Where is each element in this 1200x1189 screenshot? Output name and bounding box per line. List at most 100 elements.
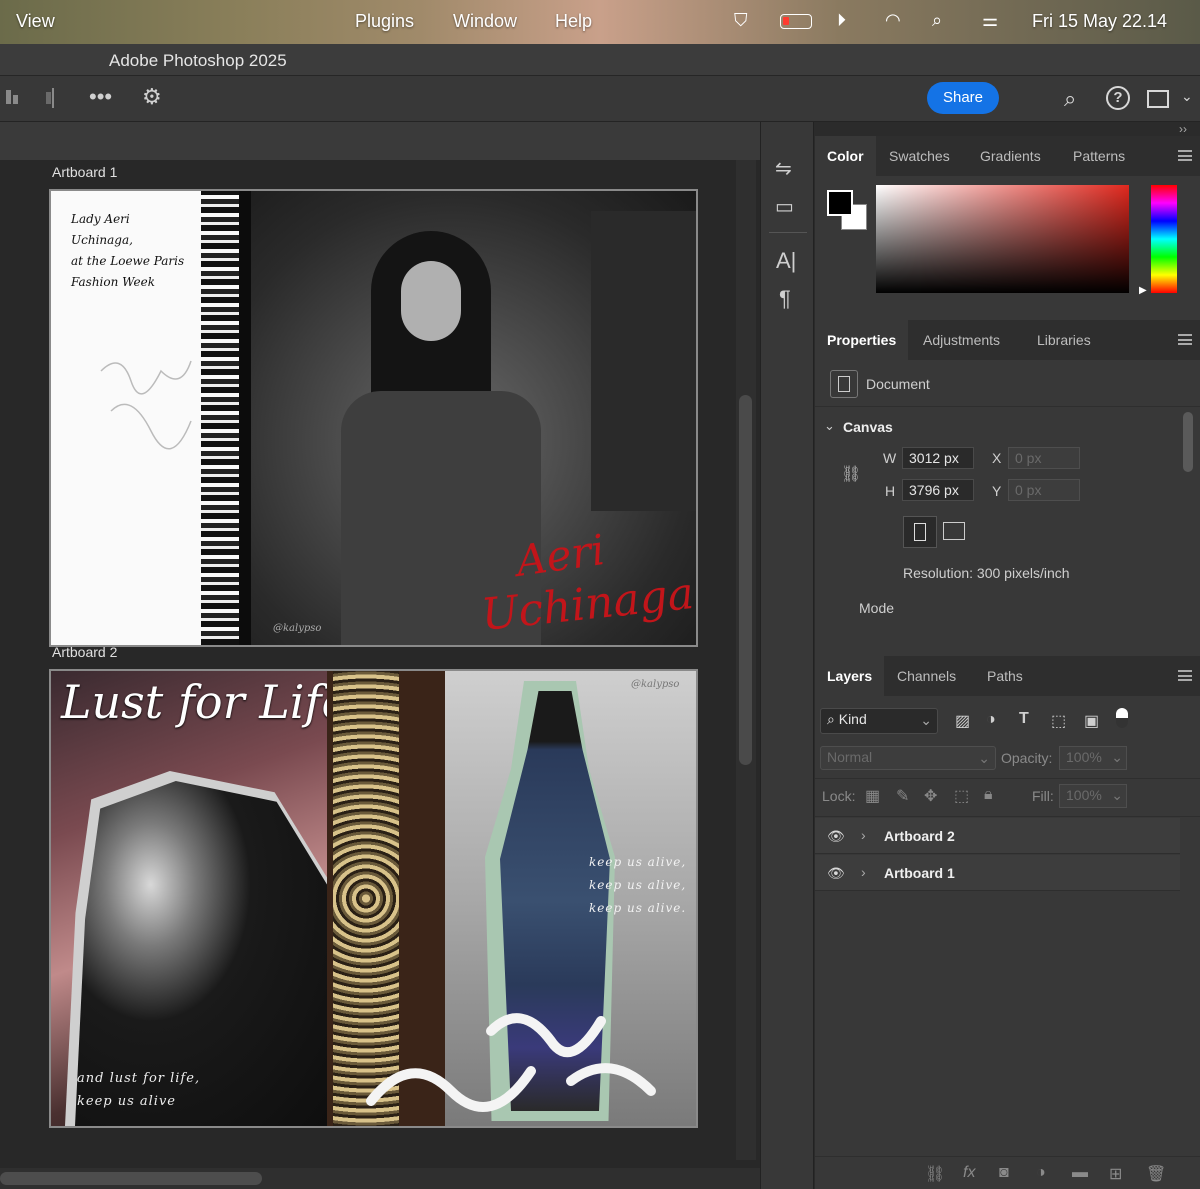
collapse-right-icon[interactable]: ››: [1179, 122, 1187, 136]
gear-icon[interactable]: ⚙: [142, 84, 162, 110]
workspace-icon[interactable]: [1147, 90, 1169, 108]
artboard-2-label[interactable]: Artboard 2: [52, 644, 117, 660]
artboard-2[interactable]: Lust for Life and lust for life, keep us…: [49, 669, 698, 1128]
new-adjustment-layer-icon[interactable]: ◑: [1036, 1164, 1046, 1182]
battery-icon[interactable]: [780, 14, 812, 29]
artboard-1-label[interactable]: Artboard 1: [52, 164, 117, 180]
search-icon: ⌕: [827, 711, 839, 727]
menu-view[interactable]: View: [16, 11, 55, 32]
vertical-scroll-thumb[interactable]: [739, 395, 752, 765]
share-button[interactable]: Share: [927, 82, 999, 114]
play-circle-icon[interactable]: ⏵: [837, 10, 846, 31]
new-group-folder-icon[interactable]: ▬: [1072, 1164, 1088, 1182]
portrait-orientation-icon[interactable]: [903, 516, 937, 548]
y-label: Y: [992, 483, 1002, 499]
layer-row-artboard-1[interactable]: 👁︎ › Artboard 1: [815, 855, 1180, 891]
history-icon[interactable]: ⇋: [775, 156, 792, 181]
fx-icon[interactable]: fx: [963, 1164, 975, 1182]
canvas-section-header[interactable]: Canvas: [843, 419, 893, 435]
lock-artboard-icon[interactable]: ⬚: [954, 786, 969, 806]
artboard-1-caption: Lady Aeri Uchinaga, at the Loewe Paris F…: [71, 212, 185, 289]
search-icon[interactable]: ⌕: [1064, 86, 1076, 112]
landscape-orientation-icon[interactable]: [943, 522, 965, 540]
link-dimensions-icon[interactable]: ⛓: [841, 464, 861, 484]
lock-label: Lock:: [822, 788, 856, 804]
filter-pixel-icon[interactable]: ▨: [955, 711, 970, 731]
add-mask-icon[interactable]: ◙: [999, 1164, 1009, 1182]
filter-toggle-icon[interactable]: [1116, 708, 1128, 728]
comments-icon[interactable]: ▭: [775, 194, 794, 219]
chevron-right-icon[interactable]: ›: [861, 827, 866, 843]
color-field[interactable]: [876, 185, 1129, 293]
chevron-down-icon[interactable]: ⌄: [1181, 88, 1193, 105]
chevron-down-icon[interactable]: ⌄: [824, 418, 835, 434]
visibility-eye-icon[interactable]: 👁︎: [827, 828, 845, 845]
tab-color[interactable]: Color: [815, 136, 876, 176]
tab-patterns[interactable]: Patterns: [1061, 136, 1137, 176]
menu-clock[interactable]: Fri 15 May 22.14: [1032, 11, 1167, 32]
lock-all-icon[interactable]: 🔒︎: [984, 786, 993, 804]
align-center-icon[interactable]: [46, 88, 60, 108]
link-layers-icon[interactable]: ⛓: [925, 1164, 945, 1184]
tab-paths[interactable]: Paths: [975, 656, 1035, 696]
chevron-down-icon: ⌄: [1111, 749, 1123, 765]
blend-mode-select[interactable]: Normal ⌄: [820, 746, 996, 770]
spotlight-search-icon[interactable]: ⌕: [932, 10, 942, 31]
tab-adjustments[interactable]: Adjustments: [911, 320, 1012, 360]
menu-help[interactable]: Help: [555, 11, 592, 32]
foreground-color-swatch[interactable]: [827, 190, 853, 216]
hue-slider-handle-icon[interactable]: ▶: [1139, 285, 1147, 296]
fill-field[interactable]: 100% ⌄: [1059, 784, 1127, 808]
horizontal-scroll-thumb[interactable]: [0, 1172, 262, 1185]
trash-icon[interactable]: 🗑︎: [1146, 1164, 1166, 1184]
help-icon[interactable]: ?: [1106, 86, 1130, 110]
character-icon[interactable]: A|: [776, 248, 796, 274]
filter-shape-icon[interactable]: ⬚: [1051, 711, 1066, 731]
artboard-1[interactable]: Lady Aeri Uchinaga, at the Loewe Paris F…: [49, 189, 698, 647]
color-panel-menu-icon[interactable]: [1178, 150, 1192, 161]
visibility-eye-icon[interactable]: 👁︎: [827, 865, 845, 882]
width-field[interactable]: 3012 px: [902, 447, 974, 469]
chevron-down-icon: ⌄: [978, 750, 990, 766]
menu-plugins[interactable]: Plugins: [355, 11, 414, 32]
document-tab-strip: [0, 122, 760, 160]
chevron-right-icon[interactable]: ›: [861, 864, 866, 880]
tab-libraries[interactable]: Libraries: [1025, 320, 1103, 360]
layer-row-artboard-2[interactable]: 👁︎ › Artboard 2: [815, 818, 1180, 854]
tab-swatches[interactable]: Swatches: [877, 136, 962, 176]
filter-type-icon[interactable]: T: [1019, 710, 1029, 728]
layer-name[interactable]: Artboard 1: [884, 865, 955, 881]
photo-bw-portrait: Aeri Uchinaga @kalypso: [251, 191, 696, 645]
opacity-field[interactable]: 100% ⌄: [1059, 746, 1127, 770]
height-field[interactable]: 3796 px: [902, 479, 974, 501]
new-layer-icon[interactable]: ⊞: [1109, 1164, 1122, 1184]
align-bottom-icon[interactable]: [6, 90, 20, 106]
tab-properties[interactable]: Properties: [815, 320, 909, 360]
wifi-icon[interactable]: ◠: [885, 10, 901, 31]
layer-filter-select[interactable]: ⌕ Kind ⌄: [820, 708, 938, 734]
filter-adjustment-icon[interactable]: ◑: [986, 711, 996, 729]
tab-layers[interactable]: Layers: [815, 656, 885, 696]
hue-slider[interactable]: [1151, 185, 1177, 293]
tab-channels[interactable]: Channels: [885, 656, 968, 696]
paragraph-icon[interactable]: ¶: [779, 286, 791, 312]
layers-panel-menu-icon[interactable]: [1178, 670, 1192, 681]
layers-panel-tabs: Layers Channels Paths: [815, 656, 1200, 696]
shield-icon[interactable]: ⛉: [734, 10, 748, 31]
white-brush-strokes: [366, 1013, 656, 1112]
layer-name[interactable]: Artboard 2: [884, 828, 955, 844]
more-options-icon[interactable]: •••: [89, 84, 112, 110]
control-center-icon[interactable]: ⚌: [982, 10, 998, 31]
resolution-text: Resolution: 300 pixels/inch: [903, 565, 1070, 581]
menu-window[interactable]: Window: [453, 11, 517, 32]
lock-image-icon[interactable]: ✎: [896, 786, 909, 806]
options-bar: ••• ⚙ ⌕ ? ⌄: [0, 76, 1200, 122]
filter-smart-object-icon[interactable]: ▣: [1084, 711, 1099, 731]
properties-scroll-thumb[interactable]: [1183, 412, 1193, 472]
properties-panel-menu-icon[interactable]: [1178, 334, 1192, 345]
tab-gradients[interactable]: Gradients: [968, 136, 1053, 176]
lock-transparent-icon[interactable]: ▦: [865, 786, 880, 806]
x-field[interactable]: 0 px: [1008, 447, 1080, 469]
y-field[interactable]: 0 px: [1008, 479, 1080, 501]
lock-position-icon[interactable]: ✥: [924, 786, 937, 806]
